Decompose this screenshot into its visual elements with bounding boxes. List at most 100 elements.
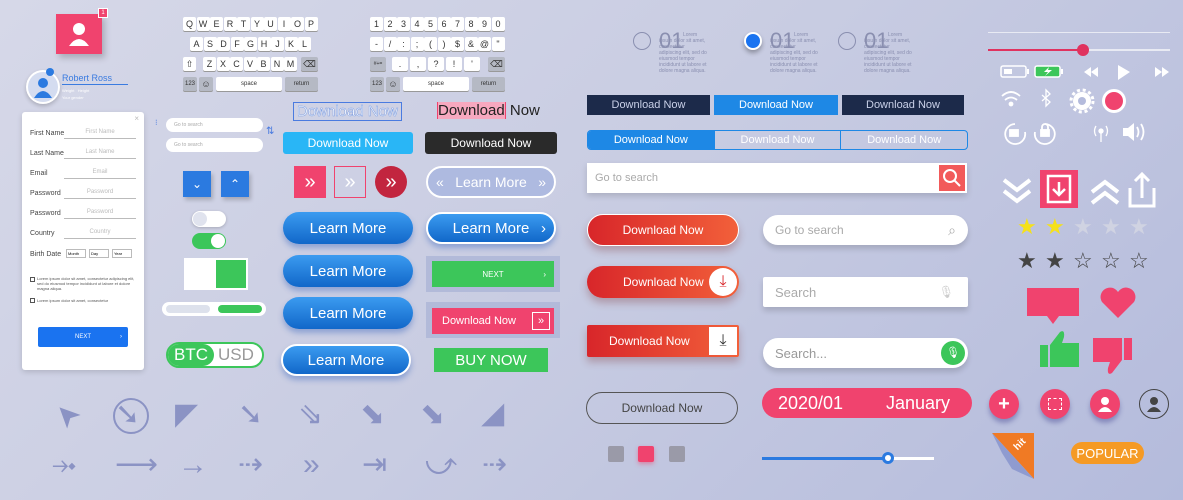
key[interactable]: H bbox=[257, 37, 271, 51]
rotation-lock-icon[interactable] bbox=[1033, 123, 1056, 145]
next-button-green[interactable]: NEXT › bbox=[432, 261, 554, 287]
key[interactable]: 9 bbox=[478, 17, 491, 31]
key[interactable]: J bbox=[271, 37, 284, 51]
tab-3[interactable]: Download Now bbox=[842, 95, 964, 115]
key[interactable]: X bbox=[216, 57, 230, 71]
return-key[interactable]: return bbox=[472, 77, 505, 91]
key[interactable]: A bbox=[190, 37, 203, 51]
text-selection[interactable]: Download Now bbox=[437, 102, 540, 119]
form-input[interactable]: Country bbox=[64, 229, 136, 239]
chevron-up-button[interactable]: ⌃ bbox=[221, 171, 249, 197]
double-chevron-button-red[interactable]: » bbox=[294, 166, 326, 198]
star-filled-icon[interactable]: ★ bbox=[1045, 216, 1065, 238]
star-outline-icon[interactable]: ☆ bbox=[1129, 250, 1149, 272]
close-icon[interactable]: × bbox=[134, 114, 139, 123]
key[interactable]: ! bbox=[446, 57, 462, 71]
learn-more-outline-button[interactable]: « Learn More » bbox=[426, 166, 556, 198]
pagination-dot-active[interactable] bbox=[638, 446, 654, 462]
return-key[interactable]: return bbox=[285, 77, 318, 91]
star-empty-icon[interactable]: ★ bbox=[1073, 216, 1093, 238]
search-pill-1[interactable]: Go to search ⌕ bbox=[763, 215, 968, 245]
key[interactable]: T bbox=[237, 17, 250, 31]
download-button-cyan[interactable]: Download Now bbox=[283, 132, 413, 154]
toggle-square[interactable] bbox=[184, 258, 248, 290]
select-area-button[interactable] bbox=[1040, 389, 1070, 419]
chevron-down-button[interactable]: ⌄ bbox=[183, 171, 211, 197]
day-select[interactable]: Day bbox=[89, 249, 109, 258]
search-button[interactable] bbox=[939, 165, 965, 191]
checkbox-2[interactable] bbox=[30, 298, 35, 303]
download-button-dark[interactable]: Download Now bbox=[425, 132, 557, 154]
form-input[interactable]: Last Name bbox=[64, 149, 136, 159]
download-button-pink[interactable]: Download Now » bbox=[432, 308, 554, 334]
double-chevron-button-outline[interactable]: » bbox=[334, 166, 366, 198]
key[interactable]: C bbox=[230, 57, 243, 71]
key[interactable]: - bbox=[370, 37, 383, 51]
key[interactable]: $ bbox=[451, 37, 464, 51]
usd-option[interactable]: USD bbox=[214, 344, 258, 366]
search-bar[interactable]: Go to search bbox=[587, 163, 967, 193]
double-chevron-up-icon[interactable] bbox=[1090, 179, 1120, 205]
key[interactable]: Y bbox=[250, 17, 264, 31]
microphone-button[interactable]: 🎙 bbox=[941, 341, 965, 365]
segment-2[interactable]: Download Now bbox=[713, 131, 842, 149]
heart-icon[interactable] bbox=[1100, 287, 1136, 318]
shift-key[interactable]: ⇧ bbox=[183, 57, 196, 71]
learn-more-button-4[interactable]: Learn More bbox=[281, 344, 411, 376]
thumbs-up-icon[interactable] bbox=[1040, 331, 1079, 367]
search-pill-mic[interactable]: Search... 🎙 bbox=[763, 338, 968, 368]
toggle-off[interactable] bbox=[192, 211, 226, 227]
key[interactable]: U bbox=[264, 17, 277, 31]
user-button[interactable] bbox=[1090, 389, 1120, 419]
key[interactable]: , bbox=[410, 57, 426, 71]
download-button-red-3[interactable]: Download Now ⤓ bbox=[587, 325, 739, 357]
user-outline-button[interactable] bbox=[1139, 389, 1169, 419]
rewind-icon[interactable] bbox=[1084, 67, 1098, 77]
key[interactable]: W bbox=[196, 17, 210, 31]
play-icon[interactable] bbox=[1118, 65, 1130, 80]
search-input-mic[interactable]: Search 🎙 bbox=[763, 277, 968, 307]
key[interactable]: 4 bbox=[410, 17, 424, 31]
tab-1[interactable]: Download Now bbox=[587, 95, 710, 115]
search-input-small-1[interactable]: Go to search bbox=[166, 118, 263, 132]
key[interactable]: M bbox=[284, 57, 297, 71]
star-empty-icon[interactable]: ★ bbox=[1101, 216, 1121, 238]
key[interactable]: 7 bbox=[451, 17, 464, 31]
toggle-slider-wide[interactable] bbox=[162, 302, 266, 316]
key[interactable]: G bbox=[244, 37, 257, 51]
search-input-small-2[interactable]: Go to search bbox=[166, 138, 263, 152]
key[interactable]: B bbox=[257, 57, 270, 71]
volume-icon[interactable] bbox=[1123, 123, 1145, 141]
learn-more-button-3[interactable]: Learn More bbox=[283, 297, 413, 329]
drag-handle-icon[interactable]: ⁝ bbox=[155, 118, 158, 127]
buy-now-button[interactable]: BUY NOW bbox=[434, 348, 548, 372]
rotation-unlock-icon[interactable] bbox=[1004, 123, 1027, 145]
space-key[interactable]: space bbox=[216, 77, 282, 91]
learn-more-button-arrow[interactable]: Learn More › bbox=[426, 212, 556, 244]
add-button[interactable]: + bbox=[989, 389, 1019, 419]
key[interactable]: & bbox=[464, 37, 478, 51]
volume-slider[interactable] bbox=[988, 44, 1170, 56]
record-icon[interactable] bbox=[1102, 89, 1126, 113]
pagination-dot-3[interactable] bbox=[669, 446, 685, 462]
key[interactable]: Z bbox=[203, 57, 216, 71]
sort-icon[interactable]: ⇅ bbox=[266, 126, 274, 137]
download-outline-pill[interactable]: Download Now bbox=[586, 392, 738, 424]
volume-thumb[interactable] bbox=[1076, 44, 1089, 56]
key[interactable]: : bbox=[397, 37, 410, 51]
star-outline-icon[interactable]: ☆ bbox=[1101, 250, 1121, 272]
space-key[interactable]: space bbox=[403, 77, 469, 91]
key[interactable]: " bbox=[491, 37, 505, 51]
text-editing-outlined[interactable]: Download Now bbox=[293, 102, 402, 121]
learn-more-button-1[interactable]: Learn More bbox=[283, 212, 413, 244]
toggle-on[interactable] bbox=[192, 233, 226, 249]
key[interactable]: 2 bbox=[383, 17, 397, 31]
slider-thumb[interactable] bbox=[881, 452, 894, 464]
key[interactable]: S bbox=[203, 37, 217, 51]
star-dark-filled-icon[interactable]: ★ bbox=[1017, 250, 1037, 272]
next-button[interactable]: NEXT › bbox=[38, 327, 128, 347]
form-input[interactable]: Email bbox=[64, 169, 136, 179]
thumbs-down-icon[interactable] bbox=[1093, 338, 1132, 374]
month-select[interactable]: Month bbox=[66, 249, 86, 258]
key[interactable]: ' bbox=[464, 57, 480, 71]
